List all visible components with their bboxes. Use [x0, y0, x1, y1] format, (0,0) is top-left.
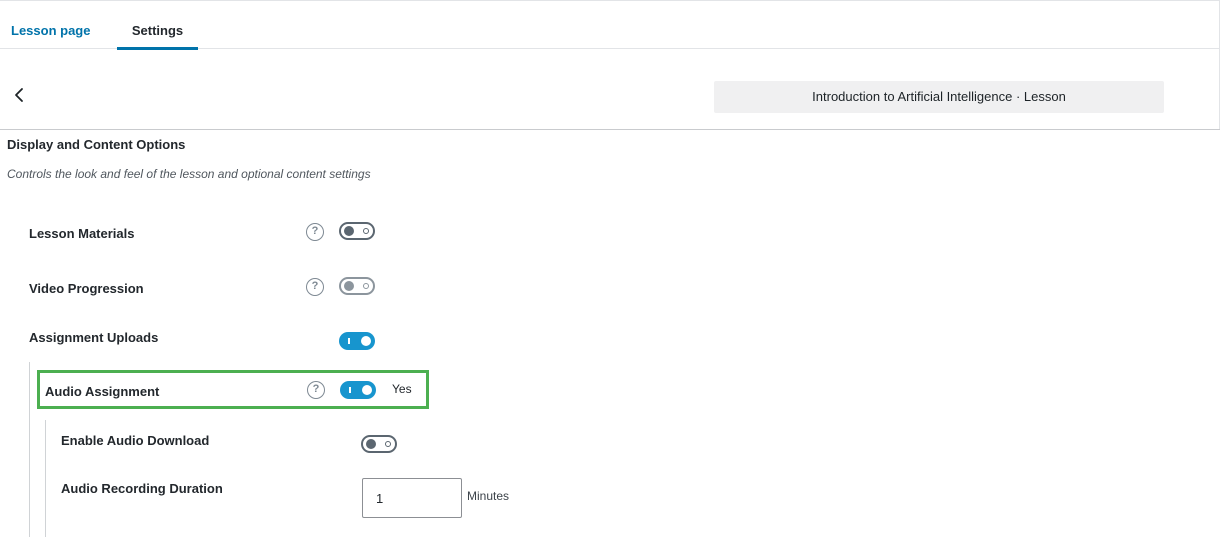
assignment-uploads-label: Assignment Uploads [29, 330, 159, 345]
audio-recording-duration-input[interactable] [362, 478, 462, 518]
toggle-off-indicator [363, 228, 369, 234]
toggle-off-indicator [385, 441, 391, 447]
question-circle-icon[interactable]: ? [306, 223, 324, 241]
audio-recording-duration-label: Audio Recording Duration [61, 481, 223, 496]
toggle-off-indicator [363, 283, 369, 289]
assignment-uploads-toggle[interactable] [339, 332, 375, 350]
video-progression-toggle[interactable] [339, 277, 375, 295]
toggle-knob [344, 281, 354, 291]
duration-unit-label: Minutes [467, 489, 510, 503]
audio-assignment-toggle[interactable] [340, 381, 376, 399]
tab-lesson-page[interactable]: Lesson page [11, 13, 90, 48]
tab-bar: Lesson page Settings [0, 13, 1220, 50]
lesson-materials-label: Lesson Materials [29, 226, 135, 241]
enable-audio-download-toggle[interactable] [361, 435, 397, 453]
toggle-on-indicator [349, 387, 351, 393]
toggle-knob [362, 385, 372, 395]
enable-audio-download-label: Enable Audio Download [61, 433, 210, 448]
toggle-knob [361, 336, 371, 346]
header-divider [0, 129, 1220, 130]
section-title: Display and Content Options [7, 137, 186, 152]
top-divider [0, 0, 1220, 1]
video-progression-label: Video Progression [29, 281, 144, 296]
question-circle-icon[interactable]: ? [306, 278, 324, 296]
breadcrumb: Introduction to Artificial Intelligence … [714, 81, 1164, 113]
chevron-left-icon[interactable] [12, 86, 28, 106]
toggle-on-indicator [348, 338, 350, 344]
lesson-materials-toggle[interactable] [339, 222, 375, 240]
question-circle-icon[interactable]: ? [307, 381, 325, 399]
toggle-knob [344, 226, 354, 236]
tab-settings[interactable]: Settings [117, 13, 198, 50]
nested-indent-line-2 [45, 420, 46, 537]
audio-assignment-label: Audio Assignment [45, 384, 160, 399]
toggle-knob [366, 439, 376, 449]
audio-assignment-state: Yes [392, 382, 412, 396]
nested-indent-line [29, 362, 30, 537]
section-description: Controls the look and feel of the lesson… [7, 167, 371, 181]
